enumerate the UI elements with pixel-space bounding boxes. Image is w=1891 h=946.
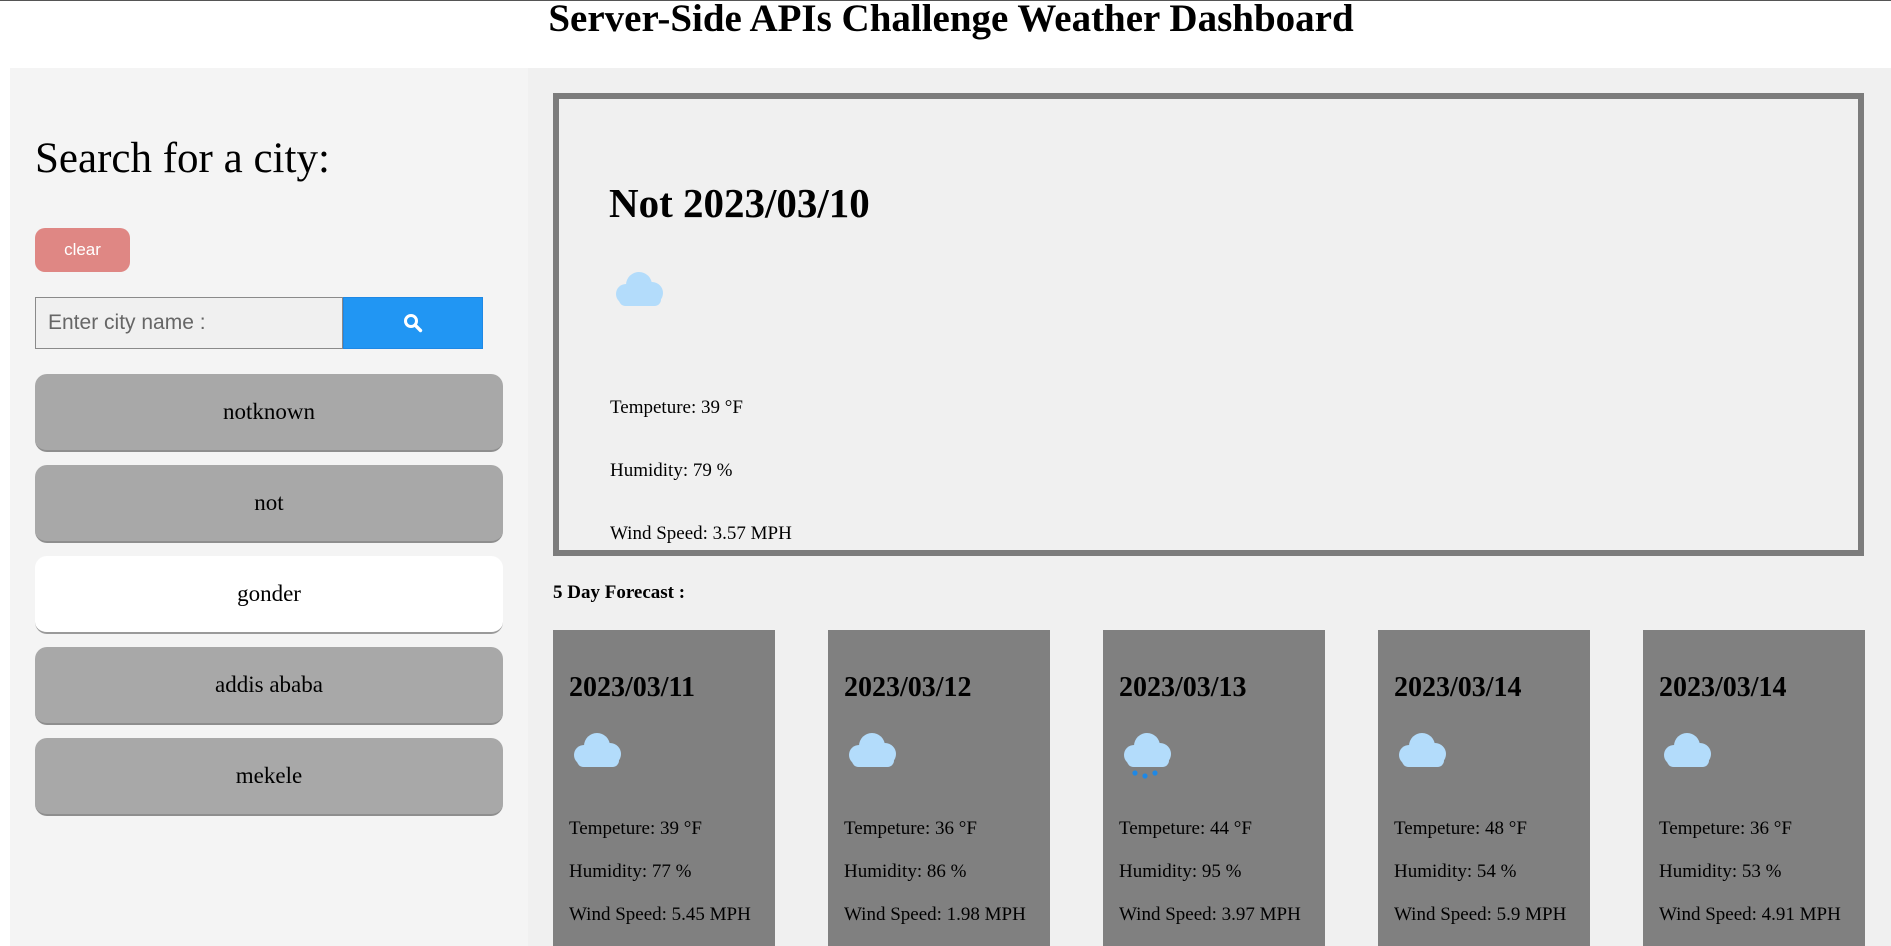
search-icon <box>404 314 423 333</box>
forecast-wind-speed: Wind Speed: 3.97 MPH <box>1119 904 1301 925</box>
sidebar: Search for a city: clear notknown not gond… <box>10 68 528 946</box>
cloud-icon <box>1659 728 1715 785</box>
forecast-temperature: Tempeture: 36 °F <box>844 818 977 839</box>
main-panel: Not 2023/03/10 Tempeture: 39 °F Humidity… <box>528 68 1891 946</box>
search-heading: Search for a city: <box>35 135 330 182</box>
history-city-button[interactable]: mekele <box>35 738 503 816</box>
forecast-card: 2023/03/12 Tempeture: 36 °F Humidity: 86 %… <box>828 630 1050 946</box>
forecast-date: 2023/03/13 <box>1119 672 1247 703</box>
cloud-icon <box>1394 728 1450 785</box>
forecast-card: 2023/03/13 Tempeture: 44 °F Humidity: 95 %… <box>1103 630 1325 946</box>
forecast-temperature: Tempeture: 44 °F <box>1119 818 1252 839</box>
current-humidity: Humidity: 79 % <box>610 460 733 481</box>
forecast-date: 2023/03/11 <box>569 672 696 703</box>
forecast-humidity: Humidity: 77 % <box>569 861 692 882</box>
search-history: notknown not gonder addis ababa mekele <box>35 374 503 829</box>
clear-button[interactable]: clear <box>35 228 130 272</box>
current-temperature: Tempeture: 39 °F <box>610 397 743 418</box>
history-city-button[interactable]: gonder <box>35 556 503 634</box>
search-button[interactable] <box>343 297 483 349</box>
forecast-humidity: Humidity: 54 % <box>1394 861 1517 882</box>
history-city-button[interactable]: not <box>35 465 503 543</box>
current-wind-speed: Wind Speed: 3.57 MPH <box>610 523 792 544</box>
forecast-card: 2023/03/11 Tempeture: 39 °F Humidity: 77 %… <box>553 630 775 946</box>
forecast-heading: 5 Day Forecast : <box>553 582 686 603</box>
history-city-button[interactable]: notknown <box>35 374 503 452</box>
forecast-date: 2023/03/12 <box>844 672 972 703</box>
cloud-icon <box>611 267 667 324</box>
forecast-humidity: Humidity: 53 % <box>1659 861 1782 882</box>
forecast-wind-speed: Wind Speed: 5.9 MPH <box>1394 904 1567 925</box>
city-search-input[interactable] <box>35 297 343 349</box>
forecast-date: 2023/03/14 <box>1659 672 1787 703</box>
forecast-temperature: Tempeture: 48 °F <box>1394 818 1527 839</box>
forecast-date: 2023/03/14 <box>1394 672 1522 703</box>
forecast-card: 2023/03/14 Tempeture: 36 °F Humidity: 53 %… <box>1643 630 1865 946</box>
page-title: Server-Side APIs Challenge Weather Dashb… <box>548 0 1354 40</box>
forecast-wind-speed: Wind Speed: 4.91 MPH <box>1659 904 1841 925</box>
rain-cloud-icon <box>1119 728 1175 785</box>
forecast-humidity: Humidity: 86 % <box>844 861 967 882</box>
forecast-card: 2023/03/14 Tempeture: 48 °F Humidity: 54 %… <box>1378 630 1590 946</box>
current-weather-card: Not 2023/03/10 Tempeture: 39 °F Humidity… <box>553 93 1864 556</box>
forecast-wind-speed: Wind Speed: 1.98 MPH <box>844 904 1026 925</box>
forecast-humidity: Humidity: 95 % <box>1119 861 1242 882</box>
forecast-wind-speed: Wind Speed: 5.45 MPH <box>569 904 751 925</box>
forecast-temperature: Tempeture: 36 °F <box>1659 818 1792 839</box>
forecast-temperature: Tempeture: 39 °F <box>569 818 702 839</box>
history-city-button[interactable]: addis ababa <box>35 647 503 725</box>
current-city-date: Not 2023/03/10 <box>609 180 870 226</box>
cloud-icon <box>844 728 900 785</box>
cloud-icon <box>569 728 625 785</box>
